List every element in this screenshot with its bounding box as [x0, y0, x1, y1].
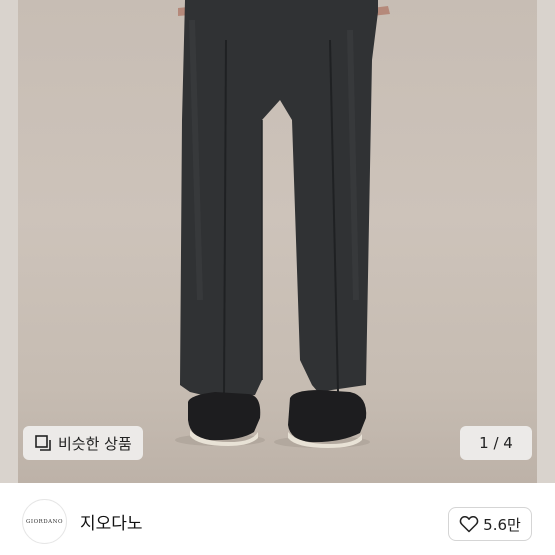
shop-name[interactable]: 지오다노 [80, 509, 143, 534]
like-count: 5.6만 [483, 515, 521, 534]
similar-products-label: 비슷한 상품 [58, 434, 132, 453]
heart-icon [459, 515, 479, 533]
image-counter: 1 / 4 [460, 426, 532, 460]
shop-logo: GIORDANO [26, 518, 63, 525]
similar-products-button[interactable]: 비슷한 상품 [23, 426, 143, 460]
similar-products-icon [34, 434, 52, 452]
product-photo[interactable]: 비슷한 상품 1 / 4 [0, 0, 555, 483]
trousers-image [175, 0, 390, 448]
shop-row[interactable]: GIORDANO 지오다노 5.6만 [0, 483, 555, 555]
like-button[interactable]: 5.6만 [448, 507, 532, 541]
shop-avatar[interactable]: GIORDANO [22, 499, 67, 544]
